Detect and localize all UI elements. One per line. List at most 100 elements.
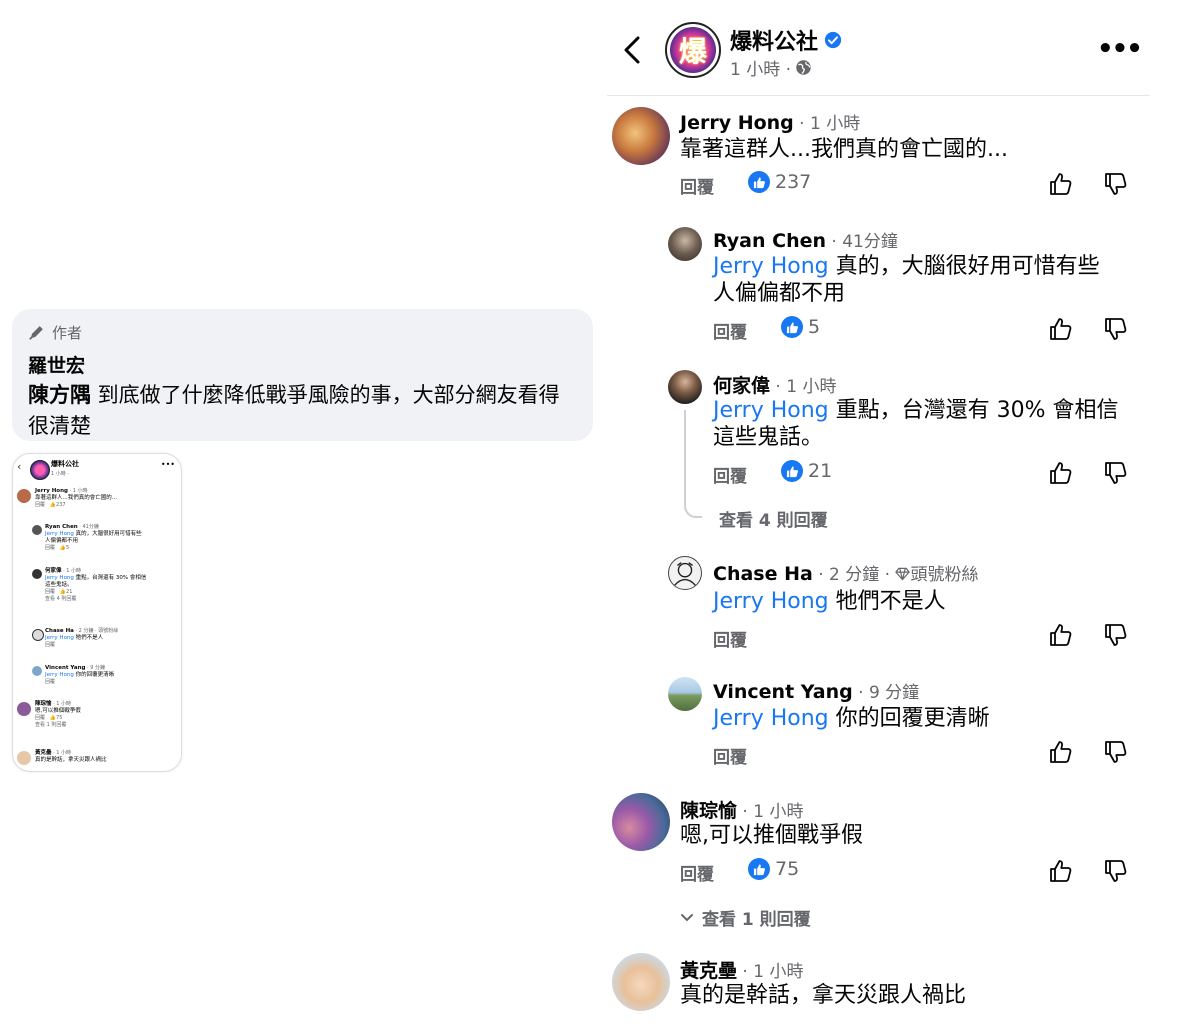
reply-button[interactable]: 回覆 bbox=[713, 743, 747, 768]
like-badge-icon bbox=[748, 858, 770, 880]
thumb-avatar bbox=[17, 751, 31, 765]
thumb-comment: Jerry Hong · 1 小時 靠著這群人...我們真的會亡國的... 回覆… bbox=[35, 488, 117, 508]
author-comment-bubble: 作者 羅世宏 陳方隅 到底做了什麼降低戰爭風險的事，大部分網友看得很清楚 bbox=[12, 309, 593, 441]
comment-text: 靠著這群人...我們真的會亡國的... bbox=[680, 137, 1008, 162]
dislike-icon[interactable] bbox=[1103, 622, 1129, 648]
reply-comment: Chase Ha · 2 分鐘 · 頭號粉絲 Jerry Hong 牠們不是人 … bbox=[607, 550, 1150, 655]
thumb-comment: 黃克壘 · 1 小時 真的是幹話，拿天災跟人禍比 bbox=[35, 750, 107, 763]
post-header: 爆 爆料公社 1 小時 · ••• bbox=[607, 0, 1150, 96]
comment: 陳琮愉 · 1 小時 嗯,可以推個戰爭假 回覆 75 查看 1 則回覆 bbox=[607, 785, 1150, 935]
verified-icon bbox=[824, 31, 842, 49]
page-avatar[interactable]: 爆 bbox=[665, 22, 721, 78]
comment-author[interactable]: Jerry Hong · 1 小時 bbox=[680, 109, 860, 134]
thumb-comment: Ryan Chen · 41分鐘 Jerry Hong 真的，大腦很好用可惜有些… bbox=[45, 524, 142, 551]
reply-button[interactable]: 回覆 bbox=[713, 318, 747, 343]
like-count[interactable]: 5 bbox=[781, 316, 820, 338]
comment: Jerry Hong · 1 小時 靠著這群人...我們真的會亡國的... 回覆… bbox=[607, 95, 1150, 210]
comment-text: Jerry Hong 你的回覆更清晰 bbox=[713, 706, 990, 731]
comment: 黃克壘 · 1 小時 真的是幹話，拿天災跟人禍比 bbox=[607, 945, 1150, 1025]
avatar[interactable] bbox=[612, 793, 670, 851]
thumb-page-name: 爆料公社 bbox=[51, 460, 79, 468]
author-comment-body: 到底做了什麼降低戰爭風險的事，大部分網友看得很清楚 bbox=[28, 383, 560, 438]
more-icon[interactable]: ••• bbox=[1097, 34, 1143, 64]
page-name[interactable]: 爆料公社 bbox=[730, 24, 842, 56]
like-icon[interactable] bbox=[1048, 858, 1074, 884]
view-replies-button[interactable]: 查看 4 則回覆 bbox=[719, 506, 828, 531]
comment-text: Jerry Hong 重點，台灣還有 30% 會相信 bbox=[713, 398, 1119, 423]
thumb-avatar bbox=[17, 702, 31, 716]
comment-author[interactable]: 何家偉 · 1 小時 bbox=[713, 371, 836, 398]
comment-author[interactable]: 黃克壘 · 1 小時 bbox=[680, 956, 803, 983]
like-badge-icon bbox=[781, 316, 803, 338]
like-icon[interactable] bbox=[1048, 316, 1074, 342]
comment-author[interactable]: Chase Ha · 2 分鐘 · 頭號粉絲 bbox=[713, 560, 978, 585]
like-icon[interactable] bbox=[1048, 171, 1074, 197]
comment-time: · 1 小時 bbox=[770, 377, 837, 397]
thumb-avatar bbox=[32, 629, 44, 641]
like-icon[interactable] bbox=[1048, 460, 1074, 486]
avatar[interactable] bbox=[668, 370, 702, 404]
comment-text: Jerry Hong 牠們不是人 bbox=[713, 589, 946, 614]
comment-author[interactable]: Vincent Yang · 9 分鐘 bbox=[713, 678, 919, 703]
like-icon[interactable] bbox=[1048, 622, 1074, 648]
avatar[interactable] bbox=[668, 227, 702, 261]
comment-time: · 2 分鐘 · bbox=[812, 565, 896, 585]
attached-screenshot-thumbnail[interactable]: ‹ 爆料公社 1 小時 · ••• Jerry Hong · 1 小時 靠著這群… bbox=[12, 453, 182, 772]
comment-time: · 1 小時 bbox=[737, 962, 804, 982]
avatar[interactable] bbox=[668, 556, 702, 590]
reply-comment: 何家偉 · 1 小時 Jerry Hong 重點，台灣還有 30% 會相信 這些… bbox=[607, 360, 1150, 540]
back-chevron-icon[interactable] bbox=[617, 30, 647, 70]
reply-comment: Vincent Yang · 9 分鐘 Jerry Hong 你的回覆更清晰 回… bbox=[607, 668, 1150, 773]
dislike-icon[interactable] bbox=[1103, 171, 1129, 197]
post-meta: 1 小時 · bbox=[730, 55, 812, 80]
mention-link[interactable]: Jerry Hong bbox=[713, 254, 829, 279]
thread-line bbox=[684, 410, 702, 518]
thumb-post-time: 1 小時 · bbox=[51, 471, 69, 477]
like-count[interactable]: 21 bbox=[781, 460, 832, 482]
comment-author[interactable]: 陳琮愉 · 1 小時 bbox=[680, 796, 803, 823]
dislike-icon[interactable] bbox=[1103, 460, 1129, 486]
thumb-avatar bbox=[17, 489, 31, 503]
comment-text: Jerry Hong 真的，大腦很好用可惜有些 bbox=[713, 254, 1100, 279]
author-mention[interactable]: 陳方隅 bbox=[28, 383, 91, 407]
thumb-more-icon: ••• bbox=[160, 460, 175, 469]
reply-comment: Ryan Chen · 41分鐘 Jerry Hong 真的，大腦很好用可惜有些… bbox=[607, 215, 1150, 355]
globe-icon bbox=[796, 60, 811, 75]
comment-time: · 1 小時 bbox=[737, 802, 804, 822]
dislike-icon[interactable] bbox=[1103, 316, 1129, 342]
mention-link[interactable]: Jerry Hong bbox=[713, 398, 829, 423]
thumb-comment: Chase Ha · 2 分鐘 · 頭號粉絲 Jerry Hong 牠們不是人 … bbox=[45, 628, 119, 648]
reply-button[interactable]: 回覆 bbox=[713, 626, 747, 651]
diamond-icon bbox=[895, 567, 911, 581]
comment-text: 真的是幹話，拿天災跟人禍比 bbox=[680, 983, 967, 1008]
avatar[interactable] bbox=[612, 107, 670, 165]
chevron-down-icon bbox=[681, 913, 693, 921]
thumb-avatar bbox=[32, 569, 42, 579]
page-avatar-logo: 爆 bbox=[670, 27, 716, 73]
post-time: 1 小時 · bbox=[730, 60, 792, 80]
author-tag: 作者 bbox=[28, 319, 577, 345]
comment-time: · 41分鐘 bbox=[826, 232, 898, 252]
view-replies-button[interactable]: 查看 1 則回覆 bbox=[680, 905, 811, 930]
like-count[interactable]: 75 bbox=[748, 858, 799, 880]
author-name[interactable]: 羅世宏 bbox=[28, 351, 577, 378]
comment-author[interactable]: Ryan Chen · 41分鐘 bbox=[713, 227, 898, 252]
reply-button[interactable]: 回覆 bbox=[680, 173, 714, 198]
reply-button[interactable]: 回覆 bbox=[680, 860, 714, 885]
avatar-sketch-icon bbox=[674, 562, 696, 586]
dislike-icon[interactable] bbox=[1103, 858, 1129, 884]
mention-link[interactable]: Jerry Hong bbox=[713, 706, 829, 731]
thumb-avatar bbox=[32, 666, 42, 676]
comment-time: · 9 分鐘 bbox=[852, 683, 920, 703]
dislike-icon[interactable] bbox=[1103, 739, 1129, 765]
mention-link[interactable]: Jerry Hong bbox=[713, 589, 829, 614]
like-badge-icon bbox=[748, 171, 770, 193]
like-icon[interactable] bbox=[1048, 739, 1074, 765]
page-name-label[interactable]: 爆料公社 bbox=[730, 24, 818, 56]
thumb-comment: 何家偉 · 1 小時 Jerry Hong 重點，台灣還有 30% 會相信 這些… bbox=[45, 568, 147, 602]
thumb-back-icon: ‹ bbox=[17, 460, 22, 473]
like-count[interactable]: 237 bbox=[748, 171, 811, 193]
avatar[interactable] bbox=[612, 953, 670, 1011]
avatar[interactable] bbox=[668, 677, 702, 711]
reply-button[interactable]: 回覆 bbox=[713, 462, 747, 487]
